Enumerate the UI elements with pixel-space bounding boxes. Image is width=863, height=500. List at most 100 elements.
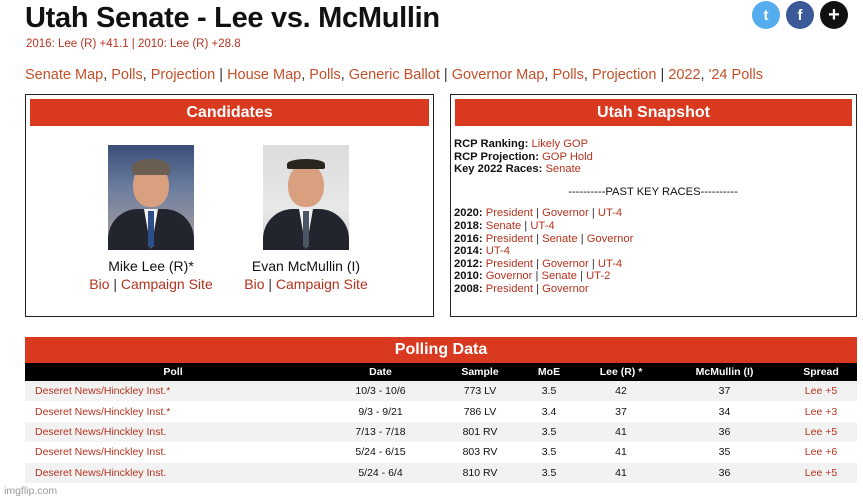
past-race-year: 2012:: [454, 257, 483, 270]
past-race-link[interactable]: President: [486, 258, 533, 270]
col-date[interactable]: Date: [321, 363, 440, 381]
key-races-value-link[interactable]: Senate: [545, 163, 580, 175]
nav-link-24-polls[interactable]: '24 Polls: [709, 67, 763, 83]
more-share-button[interactable]: +: [820, 1, 848, 29]
facebook-share-button[interactable]: f: [786, 1, 814, 29]
nav-sep: |: [656, 67, 669, 83]
col-spread[interactable]: Spread: [785, 363, 857, 381]
nav-link-2022[interactable]: 2022: [668, 67, 700, 83]
poll-date: 5/24 - 6/4: [358, 466, 403, 479]
past-race-link[interactable]: UT-4: [530, 220, 554, 232]
past-race-link[interactable]: Senate: [542, 233, 577, 245]
projection-value-link[interactable]: GOP Hold: [542, 151, 593, 163]
past-race-link[interactable]: Governor: [542, 283, 589, 295]
past-race-link[interactable]: Senate: [486, 220, 521, 232]
poll-mcmullin: 37: [718, 385, 731, 398]
table-row: Deseret News/Hinckley Inst. 7/13 - 7/18 80…: [25, 421, 857, 443]
poll-moe: 3.5: [541, 446, 557, 459]
nav-link-governor-projection[interactable]: Projection: [592, 67, 656, 83]
past-race-link[interactable]: Governor: [486, 270, 533, 282]
ranking-value-link[interactable]: Likely GOP: [532, 138, 589, 150]
race-sep: |: [521, 219, 531, 232]
nav-sep: ,: [583, 67, 592, 83]
past-race-link[interactable]: Governor: [542, 207, 589, 219]
candidate-lee: Mike Lee (R)* Bio | Campaign Site: [76, 145, 226, 292]
nav-link-house-map[interactable]: House Map: [227, 67, 301, 83]
past-race-link[interactable]: UT-4: [598, 258, 622, 270]
polling-table: Poll Date Sample MoE Lee (R) * McMullin …: [25, 363, 857, 483]
poll-name-link[interactable]: Deseret News/Hinckley Inst.: [25, 463, 321, 483]
col-sample[interactable]: Sample: [440, 363, 520, 381]
nav-link-generic-ballot[interactable]: Generic Ballot: [349, 67, 440, 83]
col-moe[interactable]: MoE: [520, 363, 578, 381]
past-race-link[interactable]: President: [486, 207, 533, 219]
poll-lee: 42: [615, 385, 627, 398]
race-sep: |: [588, 257, 598, 270]
nav-link-senate-polls[interactable]: Polls: [111, 67, 142, 83]
candidates-panel: Candidates Mike Lee (R)* Bio | Campaign …: [25, 94, 434, 317]
poll-name-link[interactable]: Deseret News/Hinckley Inst.: [25, 442, 321, 462]
past-key-races-divider: ----------PAST KEY RACES----------: [568, 185, 738, 198]
past-race-row: 2018: Senate | UT-4: [454, 220, 852, 233]
poll-moe: 3.5: [541, 425, 557, 438]
race-sep: |: [533, 207, 543, 220]
past-race-link[interactable]: UT-4: [598, 207, 622, 219]
past-race-row: 2012: President | Governor | UT-4: [454, 258, 852, 271]
past-race-year: 2014:: [454, 245, 483, 258]
candidate-name: Mike Lee (R)*: [108, 258, 194, 274]
poll-name-link[interactable]: Deseret News/Hinckley Inst.*: [25, 381, 321, 401]
col-poll[interactable]: Poll: [25, 363, 321, 381]
past-race-link[interactable]: Governor: [587, 233, 634, 245]
poll-moe: 3.4: [541, 405, 557, 418]
past-race-link[interactable]: UT-2: [586, 270, 610, 282]
past-race-link[interactable]: Senate: [542, 270, 577, 282]
past-race-link[interactable]: President: [486, 233, 533, 245]
twitter-share-button[interactable]: t: [752, 1, 780, 29]
race-sep: |: [577, 232, 587, 245]
poll-moe: 3.5: [541, 385, 557, 398]
nav-link-senate-map[interactable]: Senate Map: [25, 67, 103, 83]
nav-link-senate-projection[interactable]: Projection: [151, 67, 215, 83]
plus-icon: +: [828, 3, 840, 26]
link-sep: |: [264, 276, 276, 292]
past-race-link[interactable]: Governor: [542, 258, 589, 270]
twitter-icon: t: [763, 6, 769, 24]
ranking-label: RCP Ranking:: [454, 138, 529, 150]
nav-links: Senate Map, Polls, Projection | House Ma…: [25, 67, 763, 83]
poll-spread: Lee +3: [804, 405, 838, 418]
past-race-link[interactable]: President: [486, 283, 533, 295]
past-race-row: 2008: President | Governor: [454, 283, 852, 296]
poll-date: 5/24 - 6/15: [355, 446, 406, 459]
col-mcmullin[interactable]: McMullin (I): [664, 363, 785, 381]
past-race-row: 2014: UT-4: [454, 245, 852, 258]
past-race-row: 2020: President | Governor | UT-4: [454, 207, 852, 220]
past-race-year: 2010:: [454, 270, 483, 283]
nav-link-governor-polls[interactable]: Polls: [552, 67, 583, 83]
polling-header-row: Poll Date Sample MoE Lee (R) * McMullin …: [25, 363, 857, 381]
past-race-year: 2018:: [454, 219, 483, 232]
poll-name-link[interactable]: Deseret News/Hinckley Inst.: [25, 422, 321, 442]
poll-sample: 803 RV: [462, 446, 498, 459]
snapshot-panel: Utah Snapshot RCP Ranking: Likely GOP RC…: [450, 94, 857, 317]
past-race-year: 2020:: [454, 207, 483, 220]
col-lee[interactable]: Lee (R) *: [578, 363, 664, 381]
past-race-year: 2016:: [454, 232, 483, 245]
nav-link-governor-map[interactable]: Governor Map: [452, 67, 545, 83]
past-races-list: 2020: President | Governor | UT-4 2018: S…: [454, 207, 852, 295]
poll-sample: 786 LV: [463, 405, 497, 418]
mcmullin-campaign-site-link[interactable]: Campaign Site: [276, 276, 368, 292]
facebook-icon: f: [797, 6, 803, 24]
poll-mcmullin: 35: [718, 446, 731, 459]
past-race-link[interactable]: UT-4: [486, 245, 510, 257]
race-sep: |: [533, 257, 543, 270]
link-sep: |: [109, 276, 121, 292]
lee-campaign-site-link[interactable]: Campaign Site: [121, 276, 213, 292]
candidate-links: Bio | Campaign Site: [76, 276, 226, 292]
poll-name-link[interactable]: Deseret News/Hinckley Inst.*: [25, 401, 321, 421]
table-row: Deseret News/Hinckley Inst. 5/24 - 6/15 80…: [25, 442, 857, 463]
mcmullin-bio-link[interactable]: Bio: [244, 276, 264, 292]
projection-label: RCP Projection:: [454, 150, 539, 163]
race-sep: |: [532, 270, 542, 283]
nav-link-house-polls[interactable]: Polls: [309, 67, 340, 83]
lee-bio-link[interactable]: Bio: [89, 276, 109, 292]
